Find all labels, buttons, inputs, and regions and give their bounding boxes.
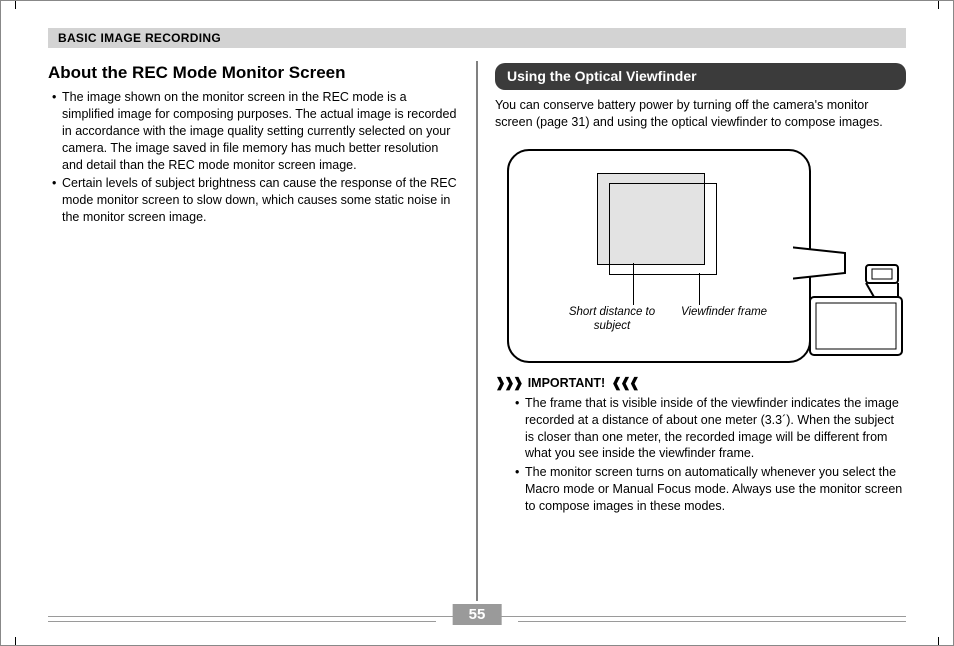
list-item: The monitor screen turns on automaticall…: [525, 464, 906, 515]
section-header-text: BASIC IMAGE RECORDING: [58, 31, 221, 45]
diagram-labels: Short distance to subject Viewfinder fra…: [557, 305, 797, 334]
content-columns: About the REC Mode Monitor Screen The im…: [48, 59, 906, 589]
footer-rule: [518, 621, 906, 622]
callout-bubble: Short distance to subject Viewfinder fra…: [507, 149, 811, 363]
subsection-pill: Using the Optical Viewfinder: [495, 63, 906, 90]
intro-paragraph: You can conserve battery power by turnin…: [495, 97, 906, 131]
left-column: About the REC Mode Monitor Screen The im…: [48, 59, 477, 589]
footer-rule: [48, 621, 436, 622]
left-bullet-list: The image shown on the monitor screen in…: [48, 89, 459, 226]
label-viewfinder-frame: Viewfinder frame: [681, 305, 797, 334]
crop-mark: [938, 1, 939, 9]
speech-tail-icon: [787, 245, 857, 281]
manual-page: BASIC IMAGE RECORDING About the REC Mode…: [0, 0, 954, 646]
nibs-right-icon: ❰❰❰: [611, 375, 638, 391]
list-item: The frame that is visible inside of the …: [525, 395, 906, 463]
list-item: The image shown on the monitor screen in…: [62, 89, 459, 173]
section-header-bar: BASIC IMAGE RECORDING: [48, 28, 906, 48]
list-item: Certain levels of subject brightness can…: [62, 175, 459, 226]
leader-line: [633, 263, 634, 305]
crop-mark: [938, 637, 939, 645]
nibs-left-icon: ❱❱❱: [495, 375, 522, 391]
label-short-distance: Short distance to subject: [557, 305, 667, 334]
viewfinder-diagram: Short distance to subject Viewfinder fra…: [495, 145, 906, 365]
crop-mark: [15, 637, 16, 645]
page-number: 55: [453, 604, 502, 625]
crop-mark: [15, 1, 16, 9]
important-heading: ❱❱❱ IMPORTANT! ❰❰❰: [495, 375, 906, 391]
right-column: Using the Optical Viewfinder You can con…: [477, 59, 906, 589]
leader-line: [699, 273, 700, 305]
important-label: IMPORTANT!: [528, 376, 606, 390]
important-bullet-list: The frame that is visible inside of the …: [511, 395, 906, 515]
left-heading: About the REC Mode Monitor Screen: [48, 63, 459, 83]
viewfinder-frame: [609, 183, 717, 275]
